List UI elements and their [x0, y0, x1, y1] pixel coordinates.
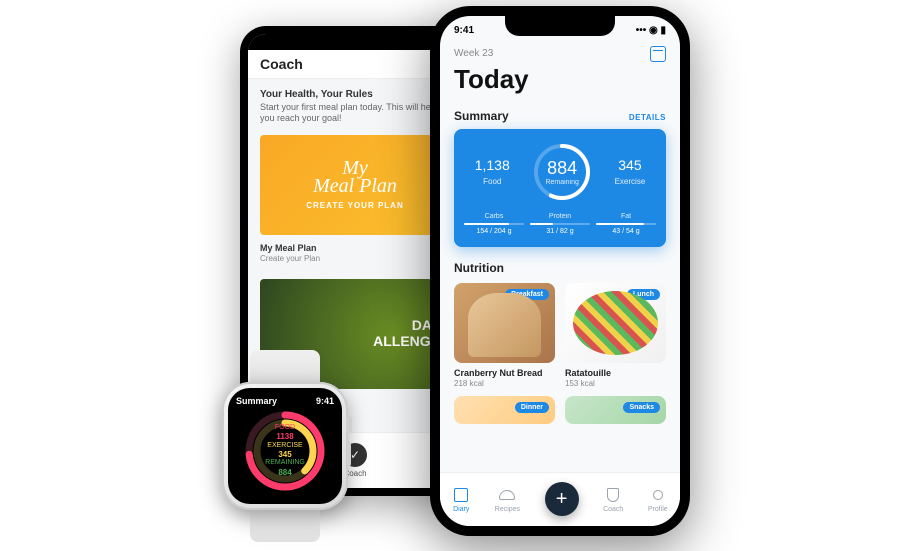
- side-button[interactable]: [347, 442, 351, 466]
- remaining-value: 884: [547, 158, 577, 179]
- meal-plan-script-plan: Meal Plan: [313, 177, 397, 195]
- watch-title: Summary: [236, 396, 277, 406]
- meal-plan-banner[interactable]: My Meal Plan CREATE YOUR PLAN: [260, 135, 450, 235]
- iphone-notch: [505, 16, 615, 36]
- tab-profile[interactable]: Profile: [648, 486, 668, 513]
- food-label: Food: [475, 177, 510, 186]
- coach-subtext: Start your first meal plan today. This w…: [260, 102, 450, 125]
- macro-carbs: Carbs154 / 204 g: [464, 213, 524, 235]
- activity-rings: FOOD1138 EXERCISE345 REMAINING884: [244, 410, 326, 492]
- iphone-screen: 9:41 ••• ◉ ▮ Week 23 Today Summary DETAI…: [440, 16, 680, 526]
- meal-plan-caption-title: My Meal Plan: [260, 243, 450, 253]
- meal-tag: Dinner: [515, 402, 549, 413]
- meal-kcal: 153 kcal: [565, 379, 666, 388]
- add-button[interactable]: +: [545, 482, 579, 516]
- page-title: Today: [454, 64, 666, 95]
- remaining-ring: 884Remaining: [531, 141, 593, 203]
- week-label: Week 23: [454, 48, 493, 59]
- shield-icon: [604, 486, 622, 504]
- ios-tab-bar: Diary Recipes + Coach Profile: [440, 472, 680, 526]
- meal-card-dinner[interactable]: Dinner: [454, 396, 555, 424]
- meal-card-snacks[interactable]: Snacks: [565, 396, 666, 424]
- food-value: 1,138: [475, 157, 510, 173]
- watch-case: Summary 9:41 FOOD1138 EXERCISE345 REMAIN…: [222, 382, 348, 510]
- summary-card[interactable]: 1,138 Food 884Remaining 345 Exercise: [454, 129, 666, 247]
- meal-plan-caption-sub: Create your Plan: [260, 254, 450, 263]
- status-time: 9:41: [454, 25, 474, 36]
- food-stat: 1,138 Food: [475, 157, 510, 186]
- macro-fat: Fat43 / 54 g: [596, 213, 656, 235]
- watch-ring-stats: FOOD1138 EXERCISE345 REMAINING884: [244, 410, 326, 492]
- macro-protein: Protein31 / 82 g: [530, 213, 590, 235]
- plus-icon: +: [556, 488, 568, 511]
- apple-watch: Summary 9:41 FOOD1138 EXERCISE345 REMAIN…: [210, 356, 360, 536]
- watch-screen[interactable]: Summary 9:41 FOOD1138 EXERCISE345 REMAIN…: [228, 388, 342, 504]
- meal-tag: Breakfast: [505, 289, 549, 300]
- chef-hat-icon: [498, 486, 516, 504]
- meal-card-breakfast[interactable]: Breakfast Cranberry Nut Bread 218 kcal: [454, 283, 555, 388]
- diary-icon: [452, 486, 470, 504]
- device-showcase: Coach Your Health, Your Rules Start your…: [210, 6, 690, 546]
- remaining-label: Remaining: [545, 179, 578, 186]
- macros-row: Carbs154 / 204 g Protein31 / 82 g Fat43 …: [464, 213, 656, 235]
- meal-name: Cranberry Nut Bread: [454, 368, 555, 378]
- meal-image-ratatouille: Lunch: [565, 283, 666, 363]
- exercise-value: 345: [618, 157, 641, 173]
- exercise-stat: 345 Exercise: [615, 157, 646, 186]
- tab-recipes[interactable]: Recipes: [495, 486, 520, 513]
- tab-diary[interactable]: Diary: [452, 486, 470, 513]
- meal-tag: Lunch: [627, 289, 660, 300]
- create-plan-cta: CREATE YOUR PLAN: [306, 201, 404, 210]
- person-icon: [649, 486, 667, 504]
- tab-coach[interactable]: Coach: [603, 486, 623, 513]
- iphone: 9:41 ••• ◉ ▮ Week 23 Today Summary DETAI…: [430, 6, 690, 536]
- digital-crown[interactable]: [346, 416, 352, 434]
- nutrition-section-title: Nutrition: [454, 261, 504, 275]
- meal-name: Ratatouille: [565, 368, 666, 378]
- exercise-label: Exercise: [615, 177, 646, 186]
- meal-tag: Snacks: [623, 402, 660, 413]
- coach-heading: Your Health, Your Rules: [260, 89, 450, 100]
- calendar-icon[interactable]: [650, 46, 666, 62]
- meal-card-lunch[interactable]: Lunch Ratatouille 153 kcal: [565, 283, 666, 388]
- watch-time: 9:41: [316, 396, 334, 406]
- status-indicators-icon: ••• ◉ ▮: [636, 25, 666, 36]
- summary-section-title: Summary: [454, 109, 509, 123]
- meal-image-bread: Breakfast: [454, 283, 555, 363]
- meal-kcal: 218 kcal: [454, 379, 555, 388]
- details-link[interactable]: DETAILS: [629, 113, 666, 122]
